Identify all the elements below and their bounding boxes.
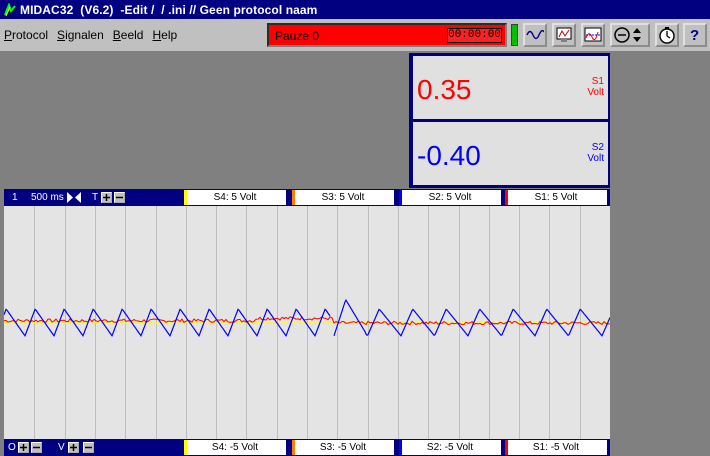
waveform-icon (526, 28, 544, 42)
menu-protocol[interactable]: Protocol (4, 28, 48, 42)
stopwatch-icon (658, 26, 676, 44)
channel-chip-s3-min[interactable]: S3: -5 Volt (292, 440, 394, 455)
app-window: MIDAC32 (V6.2) -Edit / / .ini // Geen pr… (0, 0, 710, 456)
title-bar[interactable]: MIDAC32 (V6.2) -Edit / / .ini // Geen pr… (0, 0, 710, 19)
channel-chip-s2[interactable]: S2: 5 Volt (399, 190, 501, 205)
trigger-label: T (92, 192, 99, 203)
page-number: 1 (12, 192, 18, 203)
timebase-label: 500 ms (31, 192, 64, 203)
status-text: Pauze 0 (275, 29, 320, 43)
bottom-channel-bar: O V S4: -5 Volt S3: -5 Volt S2: -5 Volt … (4, 439, 610, 456)
plus-icon (103, 194, 110, 201)
volt-minus-button[interactable] (83, 442, 94, 453)
channel-chip-s4-min[interactable]: S4: -5 Volt (184, 440, 286, 455)
timebase-zoom-icon[interactable] (67, 192, 81, 203)
zoom-icon (613, 26, 647, 44)
channel-chip-s4[interactable]: S4: 5 Volt (184, 190, 286, 205)
readout-s1[interactable]: 0.35 S1 Volt (413, 56, 608, 119)
readout-panel: 0.35 S1 Volt -0.40 S2 Volt (409, 53, 610, 188)
channel-chip-s2-min[interactable]: S2: -5 Volt (399, 440, 501, 455)
readout-value: 0.35 (417, 74, 472, 105)
offset-minus-button[interactable] (31, 442, 42, 453)
channel-chip-s1[interactable]: S1: 5 Volt (505, 190, 607, 205)
channel-chip-s1-min[interactable]: S1: -5 Volt (505, 440, 607, 455)
channel-chip-s3[interactable]: S3: 5 Volt (292, 190, 394, 205)
trace-s2-b (333, 299, 610, 337)
stopwatch-button[interactable] (655, 23, 679, 47)
readout-s2[interactable]: -0.40 S2 Volt (413, 122, 608, 185)
readout-channel-label: S2 Volt (587, 142, 604, 164)
volt-label: V (58, 442, 65, 453)
plot-svg (4, 206, 610, 439)
minus-icon (116, 196, 123, 199)
volt-plus-button[interactable] (68, 442, 79, 453)
waveform-button[interactable] (523, 23, 547, 47)
minus-button[interactable] (114, 192, 125, 203)
svg-text:?: ? (690, 27, 699, 43)
help-button[interactable]: ? (683, 23, 707, 47)
chart-icon (584, 27, 602, 43)
right-empty-area (611, 53, 710, 456)
top-channel-bar: 1 500 ms T S4: 5 Volt S3: 5 Volt S2: 5 V… (4, 189, 610, 206)
plus-icon (20, 444, 27, 451)
plus-icon (70, 444, 77, 451)
menu-beeld[interactable]: Beeld (113, 28, 144, 42)
menu-bar: Protocol Signalen Beeld Help (4, 28, 186, 42)
status-panel: Pauze 0 00:00:00 (267, 23, 507, 47)
window-title: MIDAC32 (V6.2) -Edit / / .ini // Geen pr… (20, 2, 318, 17)
help-icon: ? (688, 27, 702, 43)
offset-plus-button[interactable] (18, 442, 29, 453)
oscilloscope-plot[interactable] (4, 206, 610, 439)
monitor-icon (555, 27, 573, 43)
readout-channel-label: S1 Volt (587, 76, 604, 98)
toolbar: Protocol Signalen Beeld Help Pauze 0 00:… (0, 19, 710, 52)
plus-button[interactable] (101, 192, 112, 203)
readout-value: -0.40 (417, 140, 481, 171)
recording-indicator (511, 24, 518, 46)
app-icon (3, 1, 17, 17)
offset-label: O (8, 442, 16, 453)
zoom-button[interactable] (610, 23, 650, 47)
chart-button[interactable] (581, 23, 605, 47)
menu-help[interactable]: Help (152, 28, 177, 42)
minus-icon (33, 446, 40, 449)
minus-icon (85, 446, 92, 449)
menu-signalen[interactable]: Signalen (57, 28, 104, 42)
monitor-button[interactable] (552, 23, 576, 47)
timer-display: 00:00:00 (447, 28, 502, 43)
